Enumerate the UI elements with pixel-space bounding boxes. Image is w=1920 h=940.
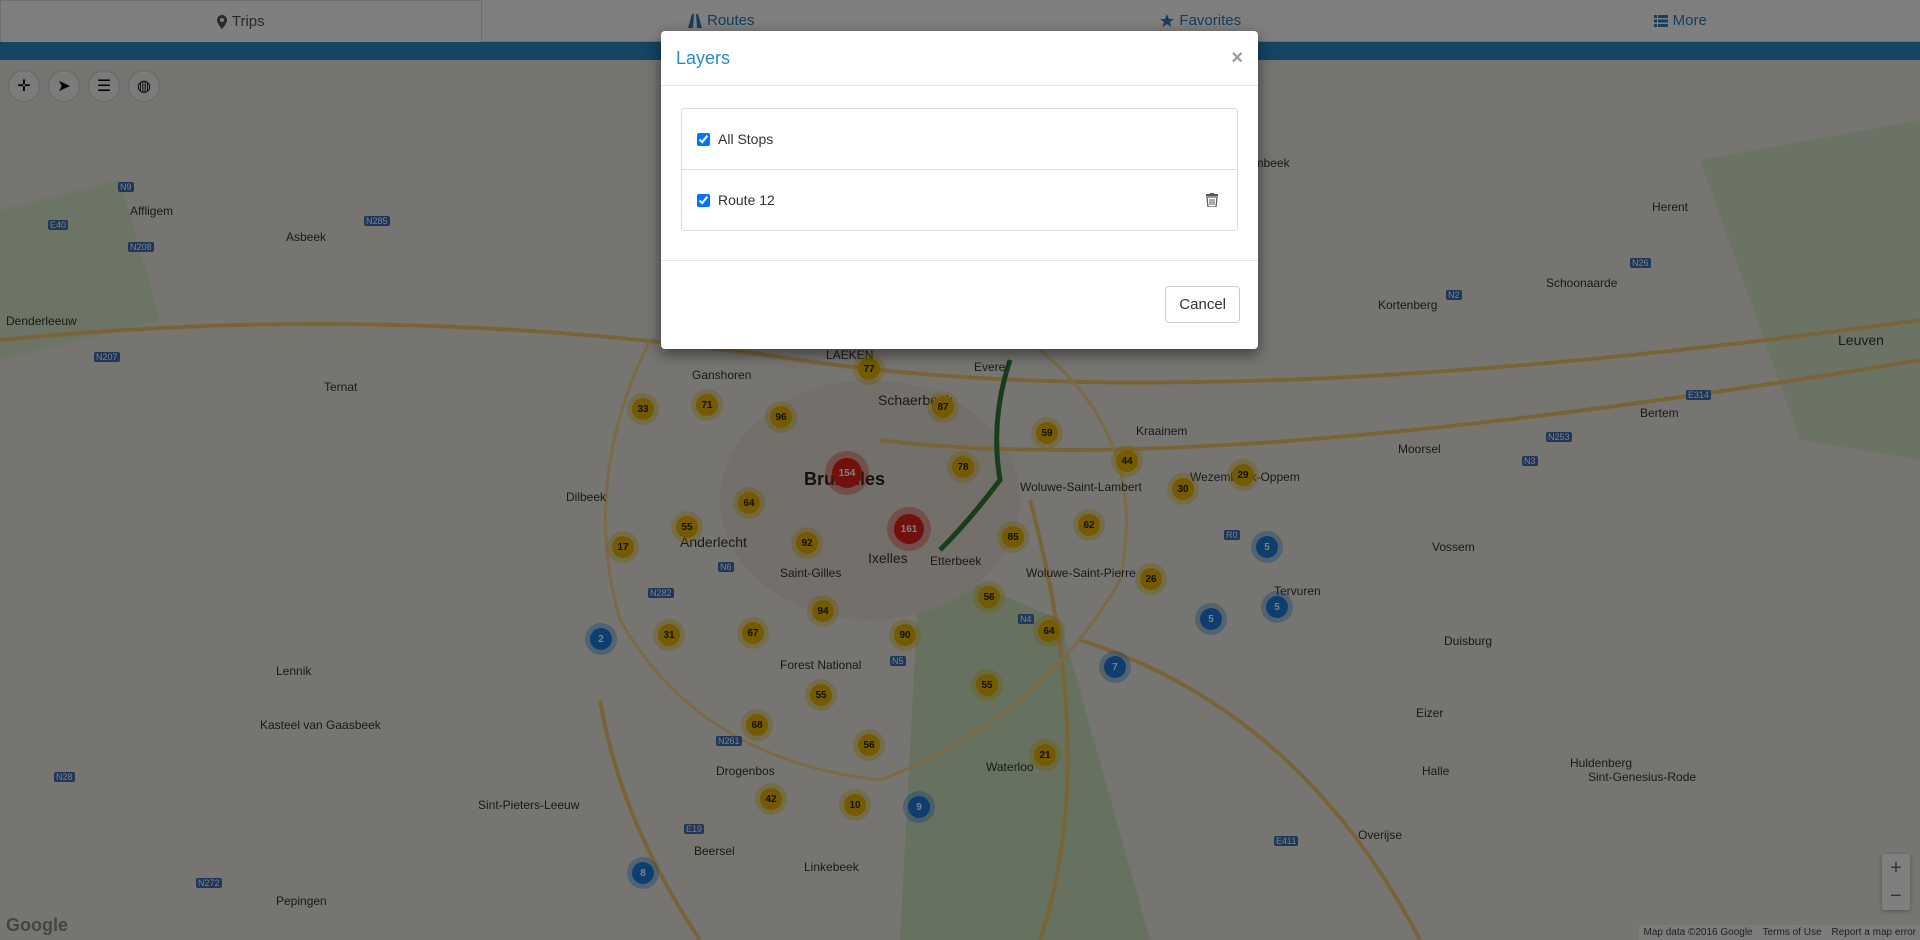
layers-dialog: Layers × All Stops Route 12 Cancel	[661, 31, 1258, 349]
layer-checkbox-all-stops[interactable]	[697, 132, 710, 146]
modal-footer: Cancel	[661, 261, 1258, 347]
cancel-button[interactable]: Cancel	[1165, 285, 1240, 323]
trash-icon[interactable]	[1202, 190, 1222, 210]
modal-body: All Stops Route 12	[661, 86, 1258, 261]
layer-item-all-stops: All Stops	[682, 109, 1237, 169]
modal-title: Layers	[676, 47, 731, 68]
layer-label: All Stops	[718, 131, 774, 147]
layer-label: Route 12	[718, 192, 775, 208]
layer-list: All Stops Route 12	[681, 108, 1238, 231]
modal-header: Layers ×	[661, 31, 1258, 86]
layer-checkbox-route-12[interactable]	[697, 193, 710, 207]
close-icon[interactable]: ×	[1231, 47, 1243, 70]
layer-item-route-12: Route 12	[682, 169, 1237, 230]
